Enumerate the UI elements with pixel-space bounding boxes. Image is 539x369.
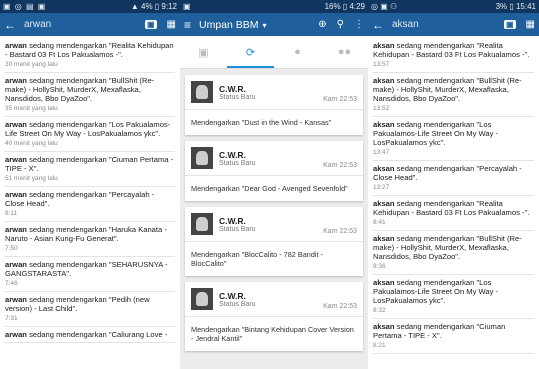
tab-groups-icon[interactable]: ●● (321, 46, 368, 58)
timestamp: Kam 22:53 (323, 228, 357, 235)
list-item: arwan sedang mendengarkan "Haruka Kanata… (5, 222, 175, 257)
barcode-icon[interactable]: ▦ (167, 19, 176, 30)
status-icons-left: ▣ (183, 2, 191, 11)
update-text: Mendengarkan "Dear God - Avenged Sevenfo… (191, 184, 348, 193)
avatar[interactable] (191, 81, 213, 103)
tab-bar: ▣ ⟳ ● ●● (180, 36, 368, 69)
tab-contacts-icon[interactable]: ● (274, 46, 321, 58)
middle-screen: ▣ 16% ▯ 4:29 ≡ Umpan BBM ▾ ⊕ ⚲ ⋮ ▣ ⟳ ● ●●… (180, 0, 368, 369)
list-item: aksan sedang mendengarkan "BullShit (Re-… (373, 231, 534, 275)
profile-title: arwan (24, 19, 52, 30)
timestamp: Kam 22:53 (323, 303, 357, 310)
update-text: Mendengarkan "Dust in the Wind - Kansas" (191, 118, 332, 127)
list-item: arwan sedang mendengarkan "Pedih (new ve… (5, 292, 175, 327)
update-type: Status Baru (219, 159, 256, 167)
contact-name: C.W.R. (219, 215, 246, 226)
avatar[interactable] (191, 288, 213, 310)
avatar[interactable] (191, 147, 213, 169)
timestamp: Kam 22:53 (323, 162, 357, 169)
status-icons-right: ▲ 4% ▯ 9:12 (130, 2, 177, 11)
activity-feed[interactable]: arwan sedang mendengarkan "Realita Kehid… (0, 36, 180, 345)
menu-icon[interactable]: ≡ (184, 18, 191, 32)
list-item: aksan sedang mendengarkan "Realita Kehid… (373, 38, 534, 73)
tab-indicator (227, 66, 274, 68)
dropdown-arrow-icon: ▾ (262, 20, 267, 30)
feed-title-dropdown[interactable]: Umpan BBM ▾ (199, 19, 308, 31)
list-item: aksan sedang mendengarkan "Ciuman Pertam… (373, 319, 534, 354)
search-icon[interactable]: ⚲ (337, 19, 344, 30)
list-item: aksan sedang mendengarkan "Percayalah - … (373, 161, 534, 196)
list-item: arwan sedang mendengarkan "Caliurang Lov… (5, 327, 175, 343)
activity-feed[interactable]: aksan sedang mendengarkan "Realita Kehid… (368, 36, 539, 356)
status-bar: ▣ ◎ ▤ ▣ ▲ 4% ▯ 9:12 (0, 0, 180, 13)
feed-card[interactable]: C.W.R. Status Baru Kam 22:53 Mendengarkan … (185, 141, 363, 201)
app-bar: ← aksan ▣ ▦ (368, 13, 539, 36)
tab-feeds-icon[interactable]: ⟳ (227, 46, 274, 59)
list-item: aksan sedang mendengarkan "Los Pakualamo… (373, 275, 534, 319)
feed-card[interactable]: C.W.R. Status Baru Kam 22:53 Mendengarkan … (185, 207, 363, 276)
back-arrow-icon[interactable]: ← (372, 18, 384, 32)
update-type: Status Baru (219, 225, 256, 233)
list-item: aksan sedang mendengarkan "Realita Kehid… (373, 196, 534, 231)
status-bar: ◎ ▣ ⚇ 3% ▯ 15:41 (368, 0, 539, 13)
app-bar: ← arwan ▣ ▦ (0, 13, 180, 36)
list-item: aksan sedang mendengarkan "Los Pakualamo… (373, 117, 534, 161)
timestamp: Kam 22:53 (323, 96, 357, 103)
more-icon[interactable]: ⋮ (354, 19, 364, 30)
update-type: Status Baru (219, 93, 256, 101)
status-icons-left: ◎ ▣ ⚇ (371, 2, 398, 11)
list-item: arwan sedang mendengarkan "Los Pakualamo… (5, 117, 175, 152)
status-icons-left: ▣ ◎ ▤ ▣ (3, 2, 47, 11)
status-icons-right: 3% ▯ 15:41 (495, 2, 536, 11)
list-item: arwan sedang mendengarkan "SEHARUSNYA - … (5, 257, 175, 292)
list-item: arwan sedang mendengarkan "Ciuman Pertam… (5, 152, 175, 187)
contact-name: C.W.R. (219, 149, 246, 160)
bbm-chat-icon[interactable]: ▣ (503, 20, 516, 29)
list-item: aksan sedang mendengarkan "BullShit (Re-… (373, 73, 534, 117)
app-bar: ≡ Umpan BBM ▾ ⊕ ⚲ ⋮ (180, 13, 368, 36)
left-screen: ▣ ◎ ▤ ▣ ▲ 4% ▯ 9:12 ← arwan ▣ ▦ arwan se… (0, 0, 180, 369)
status-bar: ▣ 16% ▯ 4:29 (180, 0, 368, 13)
feed-card[interactable]: C.W.R. Status Baru Kam 22:53 Mendengarkan … (185, 282, 363, 351)
globe-icon[interactable]: ⊕ (318, 19, 326, 30)
list-item: arwan sedang mendengarkan "Percayalah - … (5, 187, 175, 222)
barcode-icon[interactable]: ▦ (526, 19, 535, 30)
contact-name: C.W.R. (219, 290, 246, 301)
tab-chats-icon[interactable]: ▣ (180, 46, 227, 59)
contact-name: C.W.R. (219, 83, 246, 94)
profile-title: aksan (392, 19, 419, 30)
bbm-chat-icon[interactable]: ▣ (144, 20, 157, 29)
update-text: Mendengarkan "BlocCalito - 782 Bandit - … (191, 250, 323, 268)
list-item: arwan sedang mendengarkan "BullShit (Re-… (5, 73, 175, 117)
right-screen: ◎ ▣ ⚇ 3% ▯ 15:41 ← aksan ▣ ▦ aksan sedan… (368, 0, 539, 369)
update-type: Status Baru (219, 300, 256, 308)
update-text: Mendengarkan "Bintang Kehidupan Cover Ve… (191, 325, 354, 343)
list-item: arwan sedang mendengarkan "Realita Kehid… (5, 38, 175, 73)
feed-card[interactable]: C.W.R. Status Baru Kam 22:53 Mendengarkan … (185, 75, 363, 135)
status-icons-right: 16% ▯ 4:29 (324, 2, 365, 11)
avatar[interactable] (191, 213, 213, 235)
back-arrow-icon[interactable]: ← (4, 18, 16, 32)
